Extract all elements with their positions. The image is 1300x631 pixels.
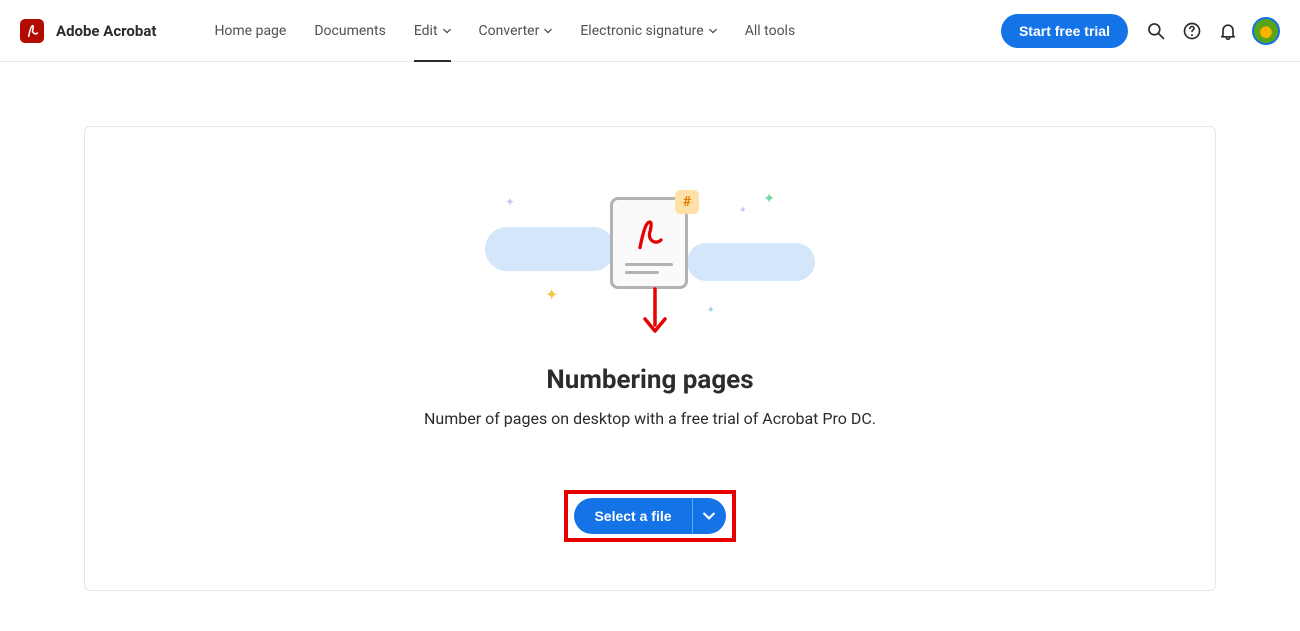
page-title: Numbering pages: [125, 365, 1175, 395]
cloud-shape: [485, 227, 615, 271]
sparkle-icon: ✦: [545, 285, 558, 304]
search-icon[interactable]: [1138, 13, 1174, 49]
main-nav: Home page Documents Edit Converter Elect…: [200, 0, 809, 62]
nav-documents-label: Documents: [314, 23, 385, 39]
illustration: ✦ ✦ ✦ ✦ ✦ #: [485, 187, 815, 347]
sparkle-icon: ✦: [505, 195, 515, 209]
select-file-dropdown[interactable]: [692, 498, 726, 534]
nav-esign[interactable]: Electronic signature: [566, 0, 730, 62]
notifications-icon[interactable]: [1210, 13, 1246, 49]
cloud-shape: [687, 243, 815, 281]
nav-documents[interactable]: Documents: [300, 0, 399, 62]
nav-alltools[interactable]: All tools: [731, 0, 809, 62]
start-free-trial-button[interactable]: Start free trial: [1001, 14, 1128, 48]
select-file-button[interactable]: Select a file: [574, 498, 691, 534]
nav-edit[interactable]: Edit: [400, 0, 465, 62]
main-area: ✦ ✦ ✦ ✦ ✦ # Numbering pages Number of pa…: [0, 62, 1300, 631]
acrobat-logo-icon: [20, 19, 44, 43]
brand-group[interactable]: Adobe Acrobat: [20, 19, 156, 43]
document-icon: #: [610, 197, 688, 289]
help-icon[interactable]: [1174, 13, 1210, 49]
sparkle-icon: ✦: [739, 205, 747, 216]
header: Adobe Acrobat Home page Documents Edit C…: [0, 0, 1300, 62]
brand-name: Adobe Acrobat: [56, 22, 156, 40]
chevron-down-icon: [703, 510, 715, 522]
nav-converter-label: Converter: [479, 23, 540, 39]
page-subtitle: Number of pages on desktop with a free t…: [125, 409, 1175, 428]
chevron-down-icon: [709, 27, 717, 35]
sparkle-icon: ✦: [763, 191, 775, 207]
nav-home-label: Home page: [214, 23, 286, 39]
arrow-down-icon: [642, 287, 668, 335]
select-file-group: Select a file: [564, 490, 735, 542]
hash-badge-icon: #: [675, 190, 699, 214]
chevron-down-icon: [544, 27, 552, 35]
nav-converter[interactable]: Converter: [465, 0, 567, 62]
nav-esign-label: Electronic signature: [580, 23, 703, 39]
chevron-down-icon: [443, 27, 451, 35]
nav-alltools-label: All tools: [745, 23, 795, 39]
nav-edit-label: Edit: [414, 23, 438, 39]
nav-home[interactable]: Home page: [200, 0, 300, 62]
avatar[interactable]: [1252, 17, 1280, 45]
acrobat-mark-icon: [631, 216, 667, 252]
sparkle-icon: ✦: [707, 305, 715, 316]
tool-card: ✦ ✦ ✦ ✦ ✦ # Numbering pages Number of pa…: [84, 126, 1216, 591]
